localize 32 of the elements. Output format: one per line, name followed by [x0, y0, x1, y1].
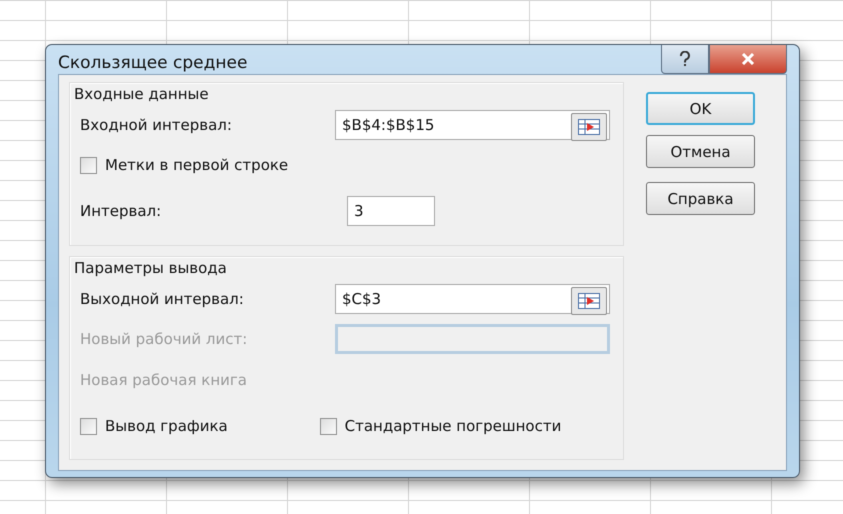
help-icon [679, 51, 691, 67]
field-label: Входной интервал: [80, 116, 233, 134]
field-value: 3 [354, 202, 364, 220]
field-label: Новый рабочий лист: [80, 330, 248, 348]
checkbox-label: Стандартные погрешности [344, 417, 562, 435]
range-select-icon [578, 119, 600, 135]
dialog-button[interactable]: Отмена [646, 135, 755, 168]
interval-field[interactable]: 3 [347, 196, 435, 226]
field-label: Интервал: [80, 202, 162, 220]
dialog-button[interactable]: Справка [646, 182, 755, 215]
checkbox[interactable] [80, 156, 97, 174]
range-field[interactable]: $B$4:$B$15 [335, 110, 610, 140]
range-select-icon [578, 293, 600, 309]
help-button[interactable] [661, 45, 709, 74]
range-field[interactable] [335, 324, 610, 354]
range-select-button[interactable] [571, 287, 607, 315]
option-label: Новая рабочая книга [80, 371, 247, 389]
range-select-button[interactable] [571, 113, 607, 141]
field-label: Выходной интервал: [80, 290, 245, 308]
group-title: Параметры вывода [74, 258, 228, 279]
range-field[interactable]: $C$3 [335, 284, 610, 314]
close-icon [741, 53, 755, 65]
group-title: Входные данные [74, 84, 210, 105]
field-value: $B$4:$B$15 [342, 116, 434, 134]
window-title: Скользящее среднее [58, 52, 248, 72]
checkbox[interactable] [320, 418, 337, 434]
checkbox-label: Метки в первой строке [105, 156, 288, 174]
field-value: $C$3 [342, 290, 382, 308]
dialog-button[interactable]: OK [646, 92, 755, 125]
checkbox[interactable] [80, 418, 97, 434]
close-button[interactable] [709, 45, 787, 74]
checkbox-label: Вывод графика [105, 417, 228, 435]
